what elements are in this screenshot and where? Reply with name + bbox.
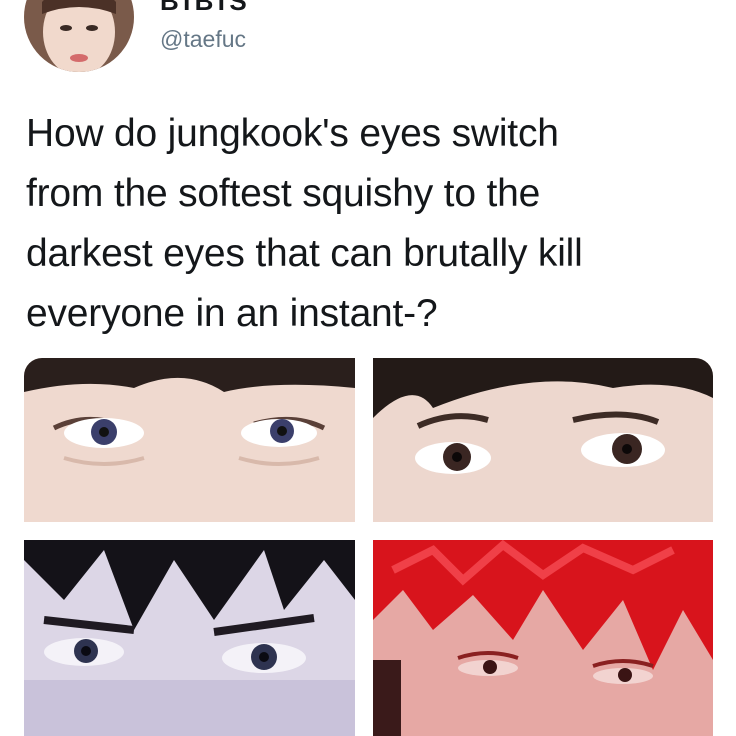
user-handle[interactable]: @taefuc <box>160 26 246 53</box>
media-grid <box>24 358 713 736</box>
tweet-text-line: How do jungkook's eyes switch <box>26 112 559 155</box>
photo-dark-eyes-red-hair[interactable] <box>373 540 713 736</box>
display-name[interactable]: BTBTS <box>160 0 247 17</box>
tweet-header: BTBTS @taefuc <box>0 0 736 100</box>
tweet-text: How do jungkook's eyes switch from the s… <box>26 104 716 344</box>
photo-soft-eyes-1[interactable] <box>24 358 355 522</box>
photo-dark-eyes-1[interactable] <box>24 540 355 736</box>
tweet-text-line: from the softest squishy to the <box>26 172 541 215</box>
photo-soft-eyes-2[interactable] <box>373 358 713 522</box>
tweet-text-line: darkest eyes that can brutally kill <box>26 232 583 275</box>
avatar[interactable] <box>24 0 134 72</box>
tweet-text-line: everyone in an instant-? <box>26 292 438 335</box>
